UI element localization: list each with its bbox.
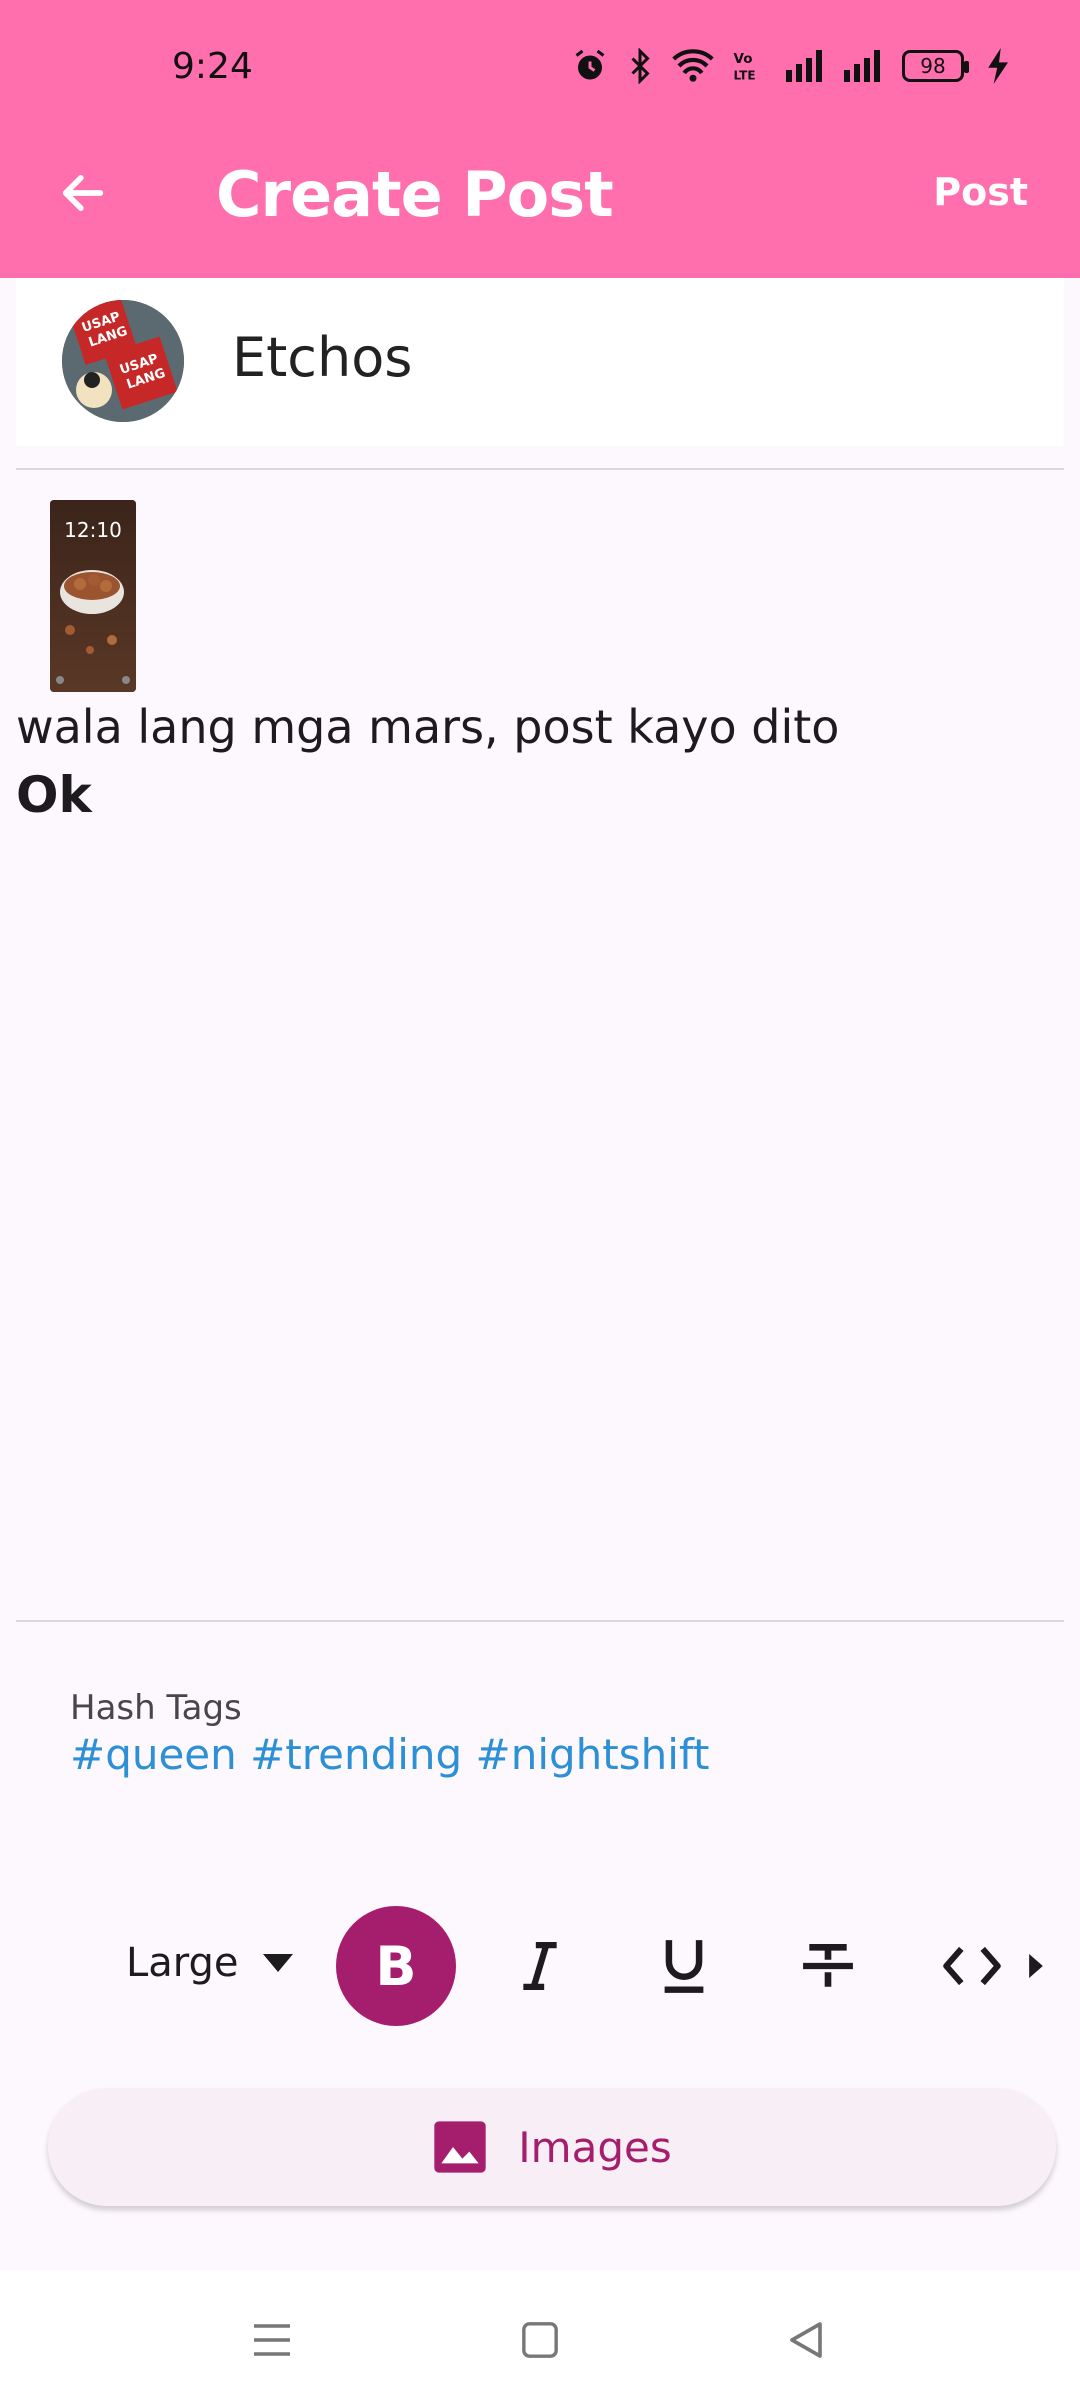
menu-button[interactable] (242, 2310, 302, 2370)
battery-icon: 98 (902, 50, 969, 82)
volte-icon: Vo LTE (734, 51, 756, 83)
strikethrough-icon (803, 1943, 853, 1987)
thumbnail-time: 12:10 (64, 518, 122, 542)
avatar-image: USAP LANG USAP LANG (62, 300, 184, 422)
images-button[interactable]: Images (48, 2088, 1056, 2206)
underline-button[interactable] (644, 1926, 724, 2006)
formatting-toolbar: Large B (0, 1900, 1080, 2030)
home-icon (522, 2322, 558, 2358)
signal-icon (786, 50, 822, 82)
strikethrough-button[interactable] (788, 1926, 868, 2006)
post-body-bold-text[interactable]: Ok (16, 766, 92, 824)
back-icon (790, 2322, 822, 2358)
arrow-left-icon (62, 175, 104, 211)
text-size-value: Large (126, 1940, 239, 1986)
back-button[interactable] (48, 158, 118, 228)
app-bar: 9:24 Vo LTE 98 Create Post Post (0, 0, 1080, 278)
code-icon (943, 1946, 1001, 1986)
svg-text:LTE: LTE (734, 69, 756, 83)
post-body-text[interactable]: wala lang mga mars, post kayo dito (16, 700, 839, 754)
back-nav-button[interactable] (776, 2310, 836, 2370)
post-button[interactable]: Post (933, 170, 1028, 214)
home-button[interactable] (510, 2310, 570, 2370)
svg-text:Vo: Vo (734, 51, 753, 67)
alarm-icon (575, 49, 605, 80)
toolbar-scroll-right[interactable] (1006, 1926, 1066, 2006)
hashtags-input[interactable]: #queen #trending #nightshift (70, 1730, 709, 1779)
system-nav-bar (0, 2270, 1080, 2400)
hashtags-label: Hash Tags (70, 1688, 242, 1728)
charging-icon (988, 48, 1008, 84)
menu-icon (254, 2324, 290, 2356)
author-card: USAP LANG USAP LANG Etchos (16, 278, 1064, 446)
battery-level: 98 (920, 54, 946, 78)
page-title: Create Post (216, 158, 614, 231)
wifi-icon (672, 49, 714, 82)
author-name: Etchos (232, 326, 413, 389)
avatar[interactable]: USAP LANG USAP LANG (62, 300, 184, 422)
italic-button[interactable] (500, 1926, 580, 2006)
images-button-label: Images (518, 2122, 672, 2172)
bold-button[interactable]: B (336, 1906, 456, 2026)
attached-image-thumbnail[interactable]: 12:10 (50, 500, 136, 692)
divider (16, 1620, 1064, 1622)
status-time: 9:24 (172, 46, 253, 87)
caret-down-icon (262, 1954, 293, 1972)
caret-right-icon (1029, 1954, 1043, 1978)
divider (16, 468, 1064, 470)
italic-icon (523, 1942, 557, 1990)
underline-icon (664, 1940, 704, 1993)
image-icon (434, 2121, 486, 2173)
code-button[interactable] (932, 1926, 1012, 2006)
signal-icon (844, 50, 880, 82)
text-size-dropdown[interactable]: Large (126, 1940, 293, 1986)
status-icons: Vo LTE 98 (572, 48, 1010, 84)
bluetooth-icon (631, 48, 650, 84)
